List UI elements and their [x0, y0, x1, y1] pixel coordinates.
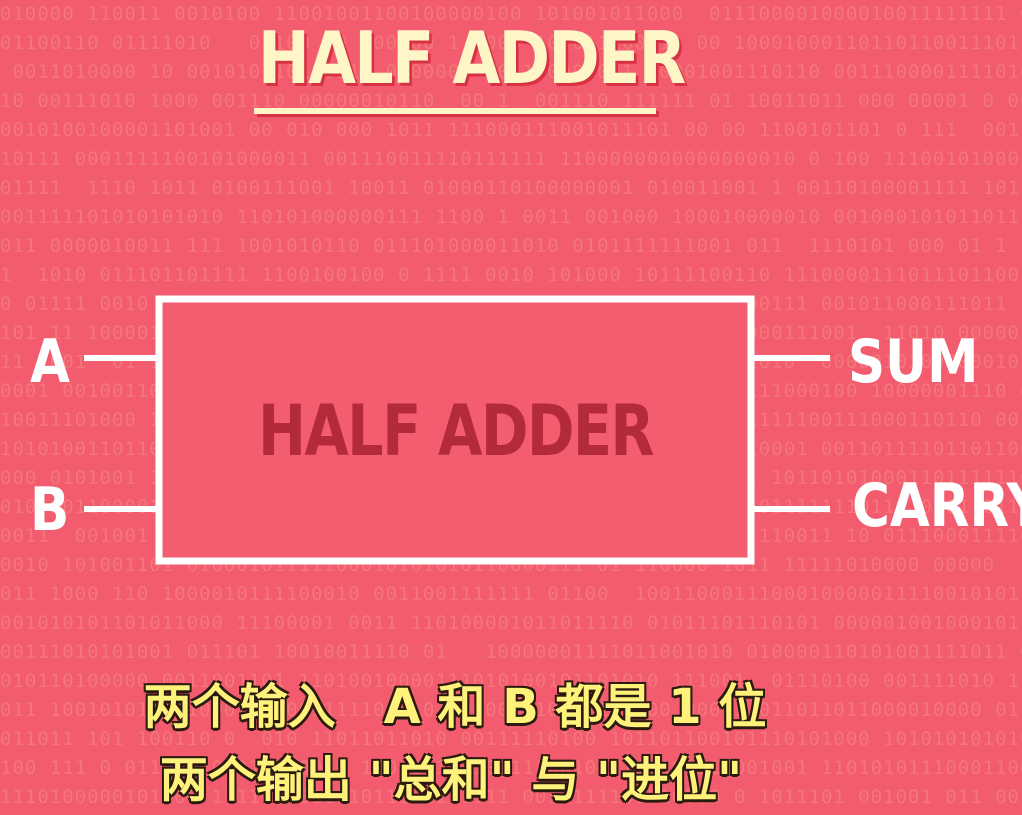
input-label-b: B: [30, 475, 70, 545]
output-label-carry: CARRY: [852, 471, 1022, 541]
input-label-a: A: [30, 327, 70, 397]
output-label-sum: SUM: [848, 327, 979, 397]
block-label: HALF ADDER: [258, 390, 655, 472]
subtitle-line-2: 两个输出 "总和" 与 "进位": [159, 752, 743, 808]
subtitle-line-1: 两个输入 A 和 B 都是 1 位: [143, 679, 767, 735]
